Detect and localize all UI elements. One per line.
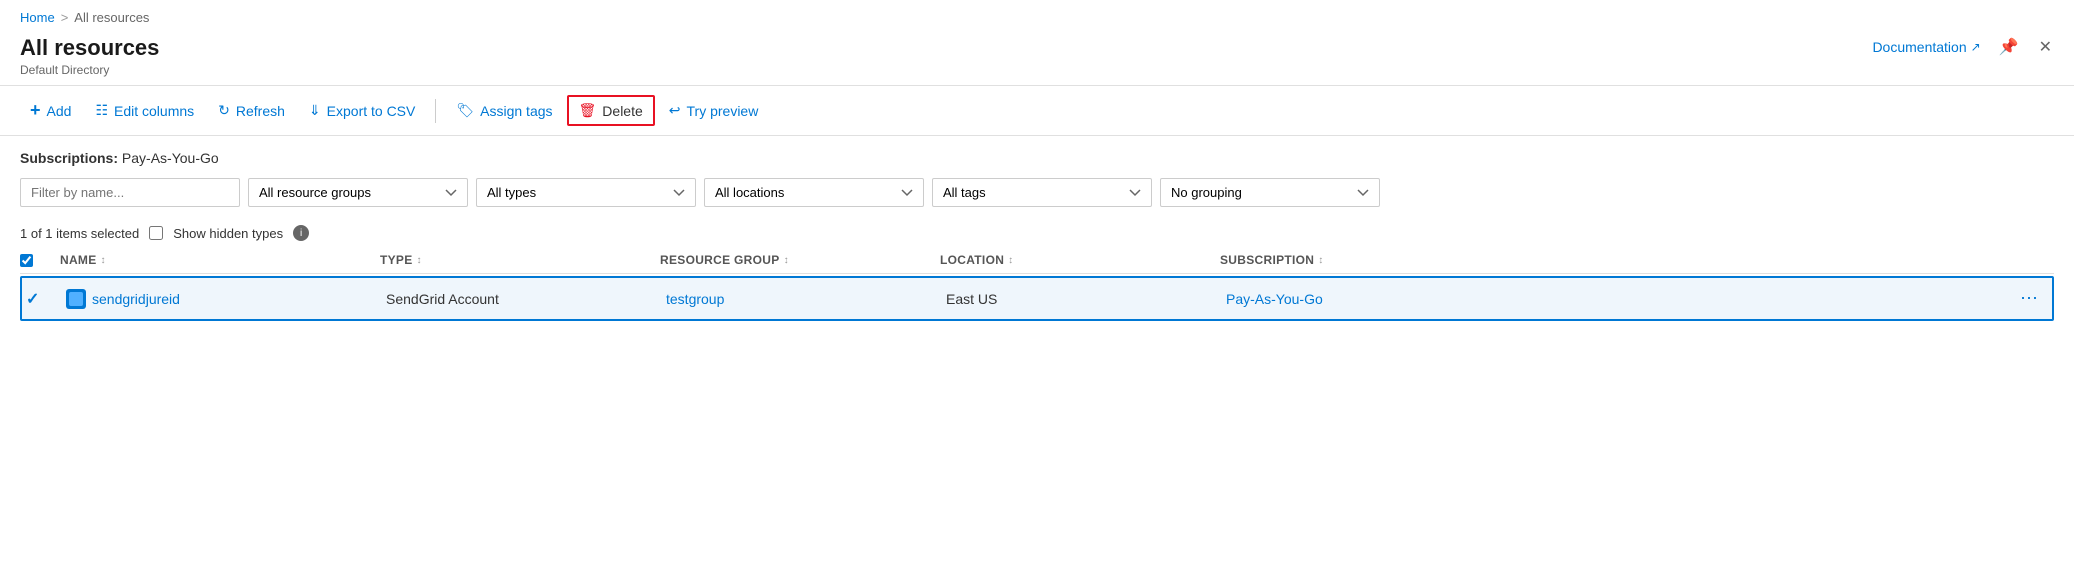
sort-rg-icon: ↕ [784, 255, 789, 266]
assign-tags-button[interactable]: 🏷 Assign tags [446, 96, 562, 125]
types-filter[interactable]: All types [476, 178, 696, 207]
sort-type-icon: ↕ [417, 255, 422, 266]
row-more-cell: ⋯ [2012, 288, 2052, 309]
row-checkbox-cell: ✓ [22, 289, 62, 309]
breadcrumb-current: All resources [74, 10, 149, 25]
pin-icon: 📌 [1999, 39, 2019, 56]
show-hidden-checkbox[interactable] [149, 226, 163, 240]
delete-icon: 🗑 [579, 102, 597, 119]
table-row: ✓ sendgridjureid SendGrid Account testgr… [20, 276, 2054, 321]
row-name-cell: sendgridjureid [62, 289, 382, 309]
sort-subscription-icon: ↕ [1318, 255, 1323, 266]
export-icon: ⇓ [309, 102, 321, 119]
page-title: All resources [20, 35, 159, 61]
delete-button[interactable]: 🗑 Delete [567, 95, 655, 126]
locations-filter[interactable]: All locations [704, 178, 924, 207]
edit-columns-button[interactable]: ☷ Edit columns [85, 96, 204, 125]
selection-row: 1 of 1 items selected Show hidden types … [0, 215, 2074, 247]
resource-groups-filter[interactable]: All resource groups [248, 178, 468, 207]
edit-columns-icon: ☷ [95, 102, 108, 119]
add-button[interactable]: + Add [20, 94, 81, 127]
pin-button[interactable]: 📌 [1997, 35, 2021, 59]
tags-filter[interactable]: All tags [932, 178, 1152, 207]
toolbar: + Add ☷ Edit columns ↻ Refresh ⇓ Export … [0, 85, 2074, 136]
page-title-group: All resources Default Directory [20, 35, 159, 77]
selection-count: 1 of 1 items selected [20, 226, 139, 241]
header-actions: Documentation ↗ 📌 ✕ [1872, 35, 2054, 59]
header-type-col[interactable]: TYPE ↕ [380, 253, 660, 267]
close-button[interactable]: ✕ [2037, 35, 2054, 59]
subscriptions-label: Subscriptions: [20, 150, 118, 166]
header-subscription-col[interactable]: SUBSCRIPTION ↕ [1220, 253, 2014, 267]
row-resource-group-cell: testgroup [662, 291, 942, 307]
filter-name-input[interactable] [20, 178, 240, 207]
refresh-icon: ↻ [218, 102, 230, 119]
header-location-col[interactable]: LOCATION ↕ [940, 253, 1220, 267]
show-hidden-label: Show hidden types [173, 226, 283, 241]
close-icon: ✕ [2039, 39, 2052, 56]
resource-type-icon [66, 289, 86, 309]
sort-name-icon: ↕ [101, 255, 106, 266]
grouping-filter[interactable]: No grouping [1160, 178, 1380, 207]
subscription-link[interactable]: Pay-As-You-Go [1226, 291, 1323, 307]
row-subscription-cell: Pay-As-You-Go [1222, 291, 2012, 307]
sort-location-icon: ↕ [1008, 255, 1013, 266]
header-resource-group-col[interactable]: RESOURCE GROUP ↕ [660, 253, 940, 267]
row-type-cell: SendGrid Account [382, 291, 662, 307]
row-check-icon: ✓ [26, 291, 39, 308]
external-link-icon: ↗ [1971, 40, 1981, 54]
toolbar-separator [435, 99, 436, 123]
breadcrumb-separator: > [61, 10, 69, 25]
filters-section: Subscriptions: Pay-As-You-Go All resourc… [0, 136, 2074, 215]
table-header: NAME ↕ TYPE ↕ RESOURCE GROUP ↕ LOCATION … [20, 247, 2054, 274]
try-preview-button[interactable]: ↩ Try preview [659, 96, 769, 125]
select-all-checkbox[interactable] [20, 254, 33, 267]
header-actions-col [2014, 253, 2054, 267]
page-header: All resources Default Directory Document… [0, 31, 2074, 85]
table-container: NAME ↕ TYPE ↕ RESOURCE GROUP ↕ LOCATION … [0, 247, 2074, 321]
more-options-button[interactable]: ⋯ [2016, 288, 2042, 308]
add-icon: + [30, 100, 41, 121]
subscriptions-row: Subscriptions: Pay-As-You-Go [20, 150, 2054, 166]
try-preview-icon: ↩ [669, 102, 681, 119]
export-csv-button[interactable]: ⇓ Export to CSV [299, 96, 425, 125]
breadcrumb-home[interactable]: Home [20, 10, 55, 25]
page-subtitle: Default Directory [20, 63, 159, 77]
resource-name-link[interactable]: sendgridjureid [92, 291, 180, 307]
header-checkbox-col [20, 253, 60, 267]
row-location-cell: East US [942, 291, 1222, 307]
breadcrumb: Home > All resources [0, 0, 2074, 31]
resource-group-link[interactable]: testgroup [666, 291, 724, 307]
info-icon[interactable]: i [293, 225, 309, 241]
assign-tags-icon: 🏷 [456, 102, 474, 119]
filter-row: All resource groups All types All locati… [20, 178, 2054, 207]
header-name-col[interactable]: NAME ↕ [60, 253, 380, 267]
subscriptions-value: Pay-As-You-Go [122, 150, 219, 166]
documentation-link[interactable]: Documentation ↗ [1872, 39, 1980, 55]
refresh-button[interactable]: ↻ Refresh [208, 96, 295, 125]
